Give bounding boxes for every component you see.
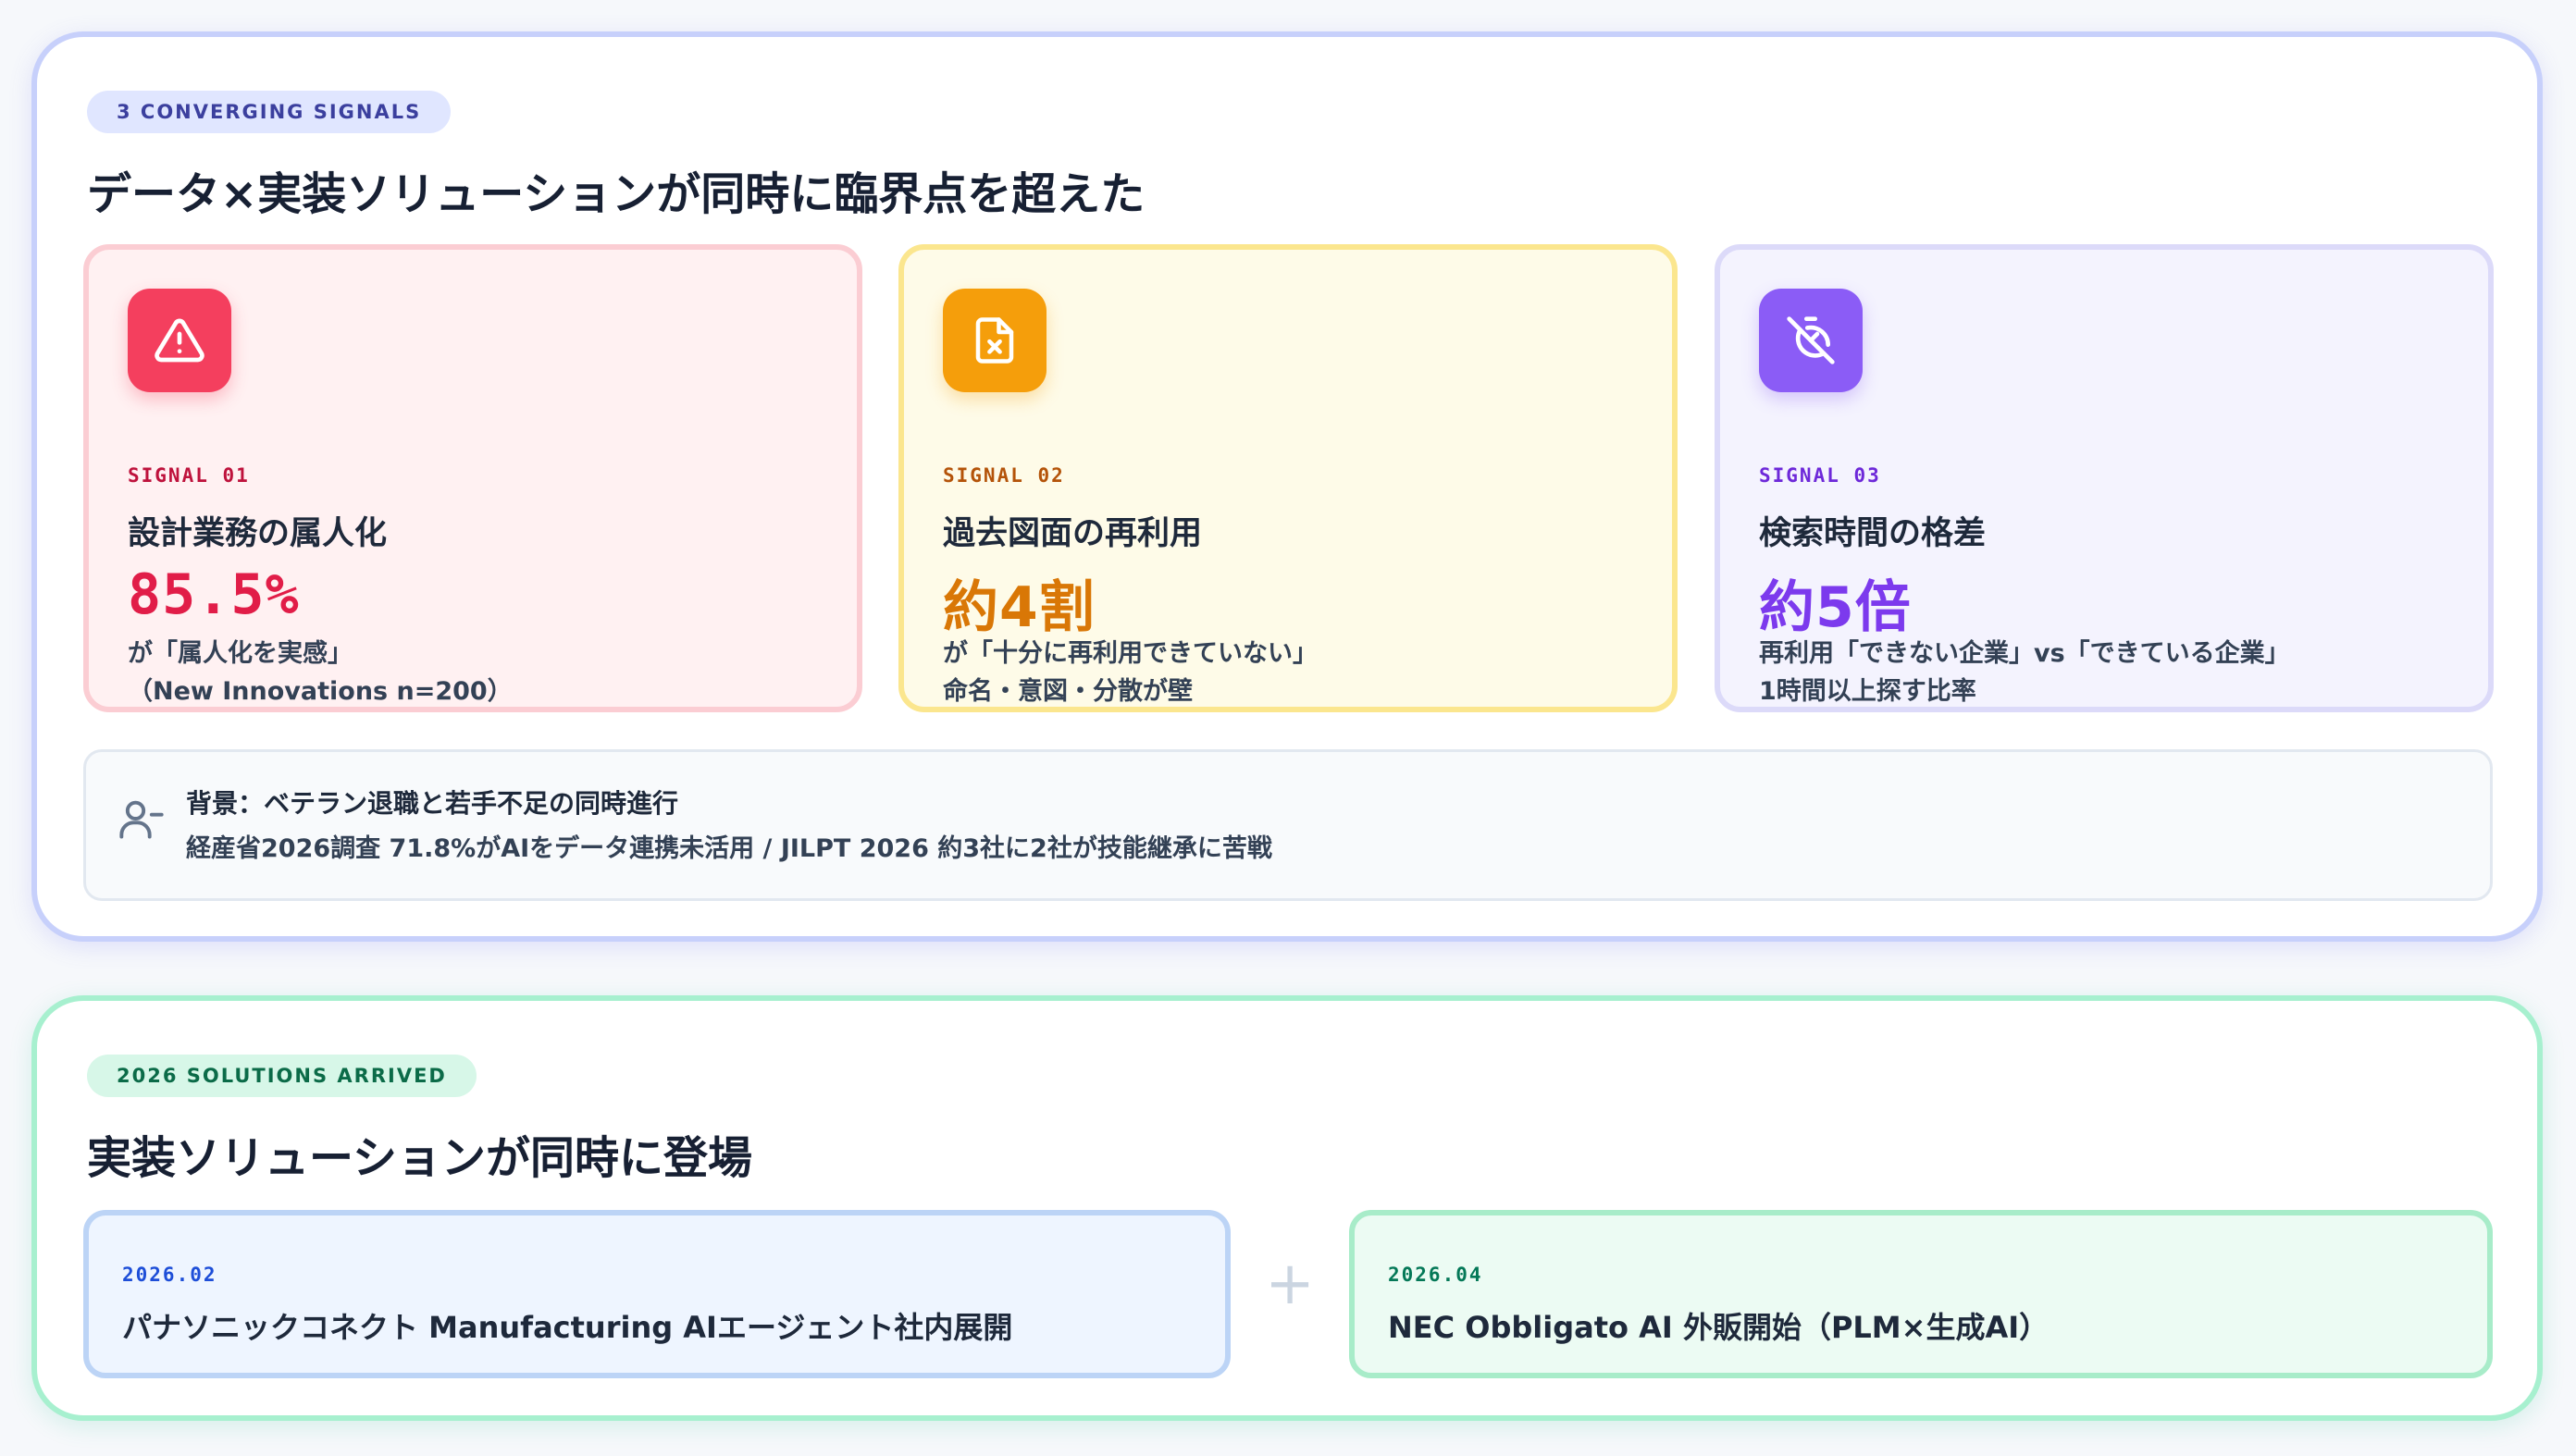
- user-minus-icon: [118, 795, 166, 843]
- signal-value: 約4割: [943, 575, 1096, 640]
- signal-value: 85.5%: [128, 562, 300, 627]
- solution-date: 2026.04: [1388, 1264, 1483, 1286]
- signals-heading: データ×実装ソリューションが同時に臨界点を超えた: [87, 168, 1146, 220]
- signal-description: が「属人化を実感」 （New Innovations n=200）: [128, 635, 513, 710]
- solutions-panel: 2026 SOLUTIONS ARRIVED 実装ソリューションが同時に登場 2…: [31, 995, 2543, 1421]
- signal-description-line: 再利用「できない企業」vs「できている企業」: [1759, 639, 2290, 668]
- solution-card-nec: 2026.04 NEC Obbligato AI 外販開始（PLM×生成AI）: [1349, 1210, 2493, 1378]
- signal-description-line: 1時間以上探す比率: [1759, 677, 1976, 706]
- signal-cards: SIGNAL 01 設計業務の属人化 85.5% が「属人化を実感」 （New …: [83, 244, 2494, 712]
- plus-connector: +: [1265, 1250, 1315, 1318]
- signal-card-02: SIGNAL 02 過去図面の再利用 約4割 が「十分に再利用できていない」 命…: [898, 244, 1678, 712]
- signal-description: 再利用「できない企業」vs「できている企業」 1時間以上探す比率: [1759, 635, 2290, 710]
- signal-card-03: SIGNAL 03 検索時間の格差 約5倍 再利用「できない企業」vs「できてい…: [1715, 244, 2494, 712]
- signal-label: SIGNAL 01: [128, 464, 250, 487]
- background-detail: 経産省2026調査 71.8%がAIをデータ連携未活用 / JILPT 2026…: [186, 834, 1272, 863]
- solution-name: NEC Obbligato AI 外販開始（PLM×生成AI）: [1388, 1310, 2050, 1345]
- timer-off-icon: [1759, 289, 1863, 392]
- file-x-icon: [943, 289, 1046, 392]
- background-title: 背景：ベテラン退職と若手不足の同時進行: [186, 788, 679, 819]
- signals-badge: 3 CONVERGING SIGNALS: [87, 91, 452, 133]
- signal-description: が「十分に再利用できていない」 命名・意図・分散が壁: [943, 635, 1318, 710]
- background-note: 背景：ベテラン退職と若手不足の同時進行 経産省2026調査 71.8%がAIをデ…: [83, 749, 2493, 901]
- signal-description-line: が「十分に再利用できていない」: [943, 639, 1318, 668]
- signal-title: 検索時間の格差: [1759, 515, 1987, 552]
- solutions-badge: 2026 SOLUTIONS ARRIVED: [87, 1055, 477, 1097]
- signal-label: SIGNAL 03: [1759, 464, 1881, 487]
- signals-panel: 3 CONVERGING SIGNALS データ×実装ソリューションが同時に臨界…: [31, 31, 2543, 942]
- solution-name: パナソニックコネクト Manufacturing AIエージェント社内展開: [122, 1310, 1013, 1345]
- signal-card-01: SIGNAL 01 設計業務の属人化 85.5% が「属人化を実感」 （New …: [83, 244, 862, 712]
- signal-title: 過去図面の再利用: [943, 515, 1203, 552]
- solution-card-panasonic: 2026.02 パナソニックコネクト Manufacturing AIエージェン…: [83, 1210, 1231, 1378]
- signal-label: SIGNAL 02: [943, 464, 1065, 487]
- solution-date: 2026.02: [122, 1264, 217, 1286]
- signal-description-line: が「属人化を実感」: [128, 639, 353, 668]
- solutions-heading: 実装ソリューションが同時に登場: [87, 1132, 753, 1184]
- signal-title: 設計業務の属人化: [128, 515, 388, 552]
- signal-value: 約5倍: [1759, 575, 1912, 640]
- signal-description-line: （New Innovations n=200）: [128, 677, 513, 706]
- signal-description-line: 命名・意図・分散が壁: [943, 677, 1193, 706]
- alert-triangle-icon: [128, 289, 231, 392]
